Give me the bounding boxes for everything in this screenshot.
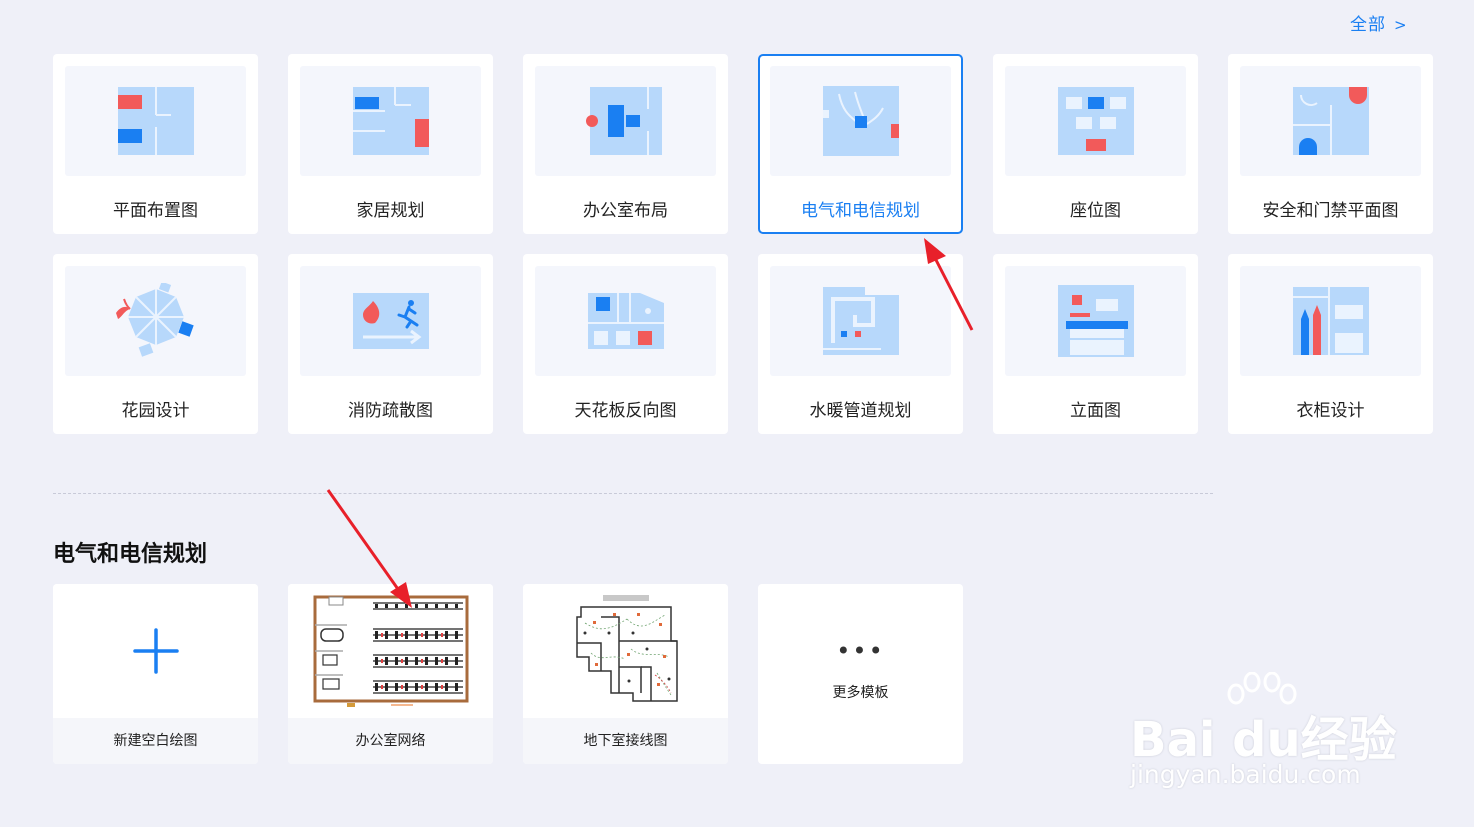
section-divider [53,493,1213,494]
new-blank-drawing-card[interactable]: 新建空白绘图 [53,584,258,764]
seating-chart-icon [1005,66,1186,176]
category-card-floor-plan[interactable]: 平面布置图 [53,54,258,234]
home-plan-icon [300,66,481,176]
category-card-plumbing[interactable]: 水暖管道规划 [758,254,963,434]
category-card-ceiling-plan[interactable]: 天花板反向图 [523,254,728,434]
category-card-electrical-plan[interactable]: 电气和电信规划 [758,54,963,234]
wardrobe-icon [1240,266,1421,376]
electrical-plan-icon [770,66,951,176]
category-label: 水暖管道规划 [809,401,912,421]
template-caption: 地下室接线图 [523,718,728,764]
more-templates-label: 更多模板 [832,685,889,701]
category-label: 衣柜设计 [1296,401,1365,421]
security-plan-icon [1240,66,1421,176]
floor-plan-icon [65,66,246,176]
chevron-right-icon: > [1394,16,1408,34]
office-network-preview [288,584,493,718]
view-all-label: 全部 [1350,15,1386,35]
category-card-home-plan[interactable]: 家居规划 [288,54,493,234]
category-label: 平面布置图 [113,201,198,221]
category-card-seating-chart[interactable]: 座位图 [993,54,1198,234]
category-label: 花园设计 [121,401,190,421]
category-card-elevation[interactable]: 立面图 [993,254,1198,434]
category-label: 消防疏散图 [348,401,433,421]
ceiling-plan-icon [535,266,716,376]
basement-wiring-template-card[interactable]: 地下室接线图 [523,584,728,764]
category-label: 安全和门禁平面图 [1262,201,1399,221]
watermark-url: jingyan.baidu.com [1130,760,1361,789]
category-label: 办公室布局 [583,201,668,221]
section-title: 电气和电信规划 [53,542,208,567]
category-label: 立面图 [1070,401,1121,421]
view-all-link[interactable]: 全部 > [1350,10,1408,35]
office-layout-icon [535,66,716,176]
category-label: 电气和电信规划 [801,201,920,221]
plumbing-icon [770,266,951,376]
category-card-wardrobe[interactable]: 衣柜设计 [1228,254,1433,434]
template-caption: 新建空白绘图 [53,718,258,764]
plus-icon [53,584,258,718]
category-card-security-plan[interactable]: 安全和门禁平面图 [1228,54,1433,234]
category-label: 天花板反向图 [574,401,677,421]
category-card-office-layout[interactable]: 办公室布局 [523,54,728,234]
elevation-icon [1005,266,1186,376]
garden-icon [65,266,246,376]
baidu-watermark: Bai du经验 jingyan.baidu.com [1130,672,1430,802]
more-templates-card[interactable]: ••• 更多模板 [758,584,963,764]
template-caption: 办公室网络 [288,718,493,764]
office-network-template-card[interactable]: 办公室网络 [288,584,493,764]
more-dots-icon: ••• [836,637,885,665]
category-card-garden[interactable]: 花园设计 [53,254,258,434]
category-card-fire-evacuation[interactable]: 消防疏散图 [288,254,493,434]
fire-evacuation-icon [300,266,481,376]
basement-wiring-preview [523,584,728,718]
category-label: 家居规划 [356,201,425,221]
category-label: 座位图 [1070,201,1121,221]
